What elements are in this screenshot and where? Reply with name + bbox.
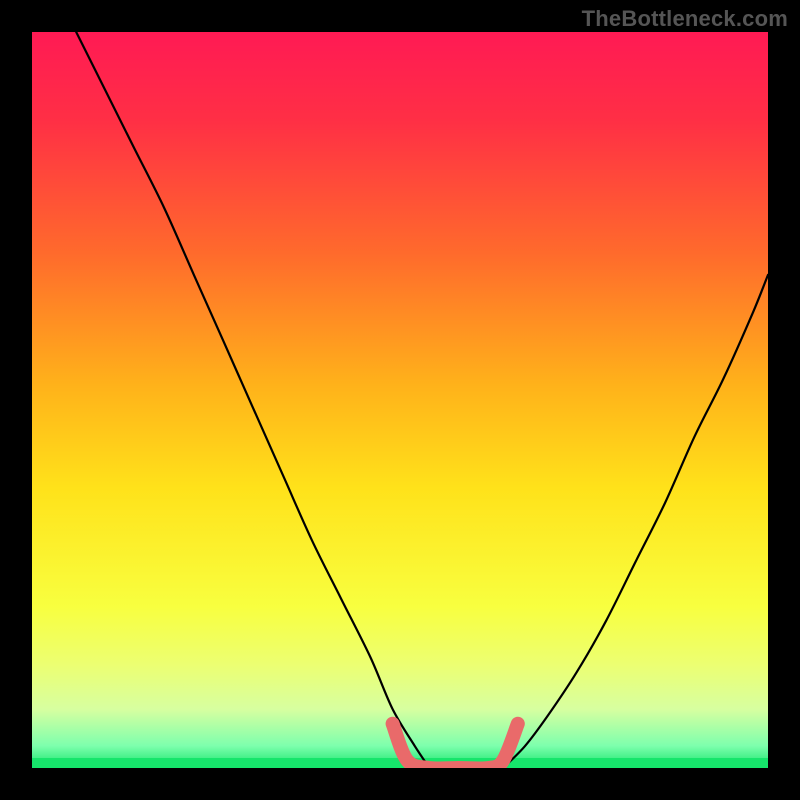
chart-frame [0,0,800,800]
curve-right-branch [503,275,768,768]
curve-layer [32,32,768,768]
watermark-text: TheBottleneck.com [582,6,788,32]
floor-marker [393,724,518,768]
plot-area [32,32,768,768]
curve-left-branch [76,32,429,768]
